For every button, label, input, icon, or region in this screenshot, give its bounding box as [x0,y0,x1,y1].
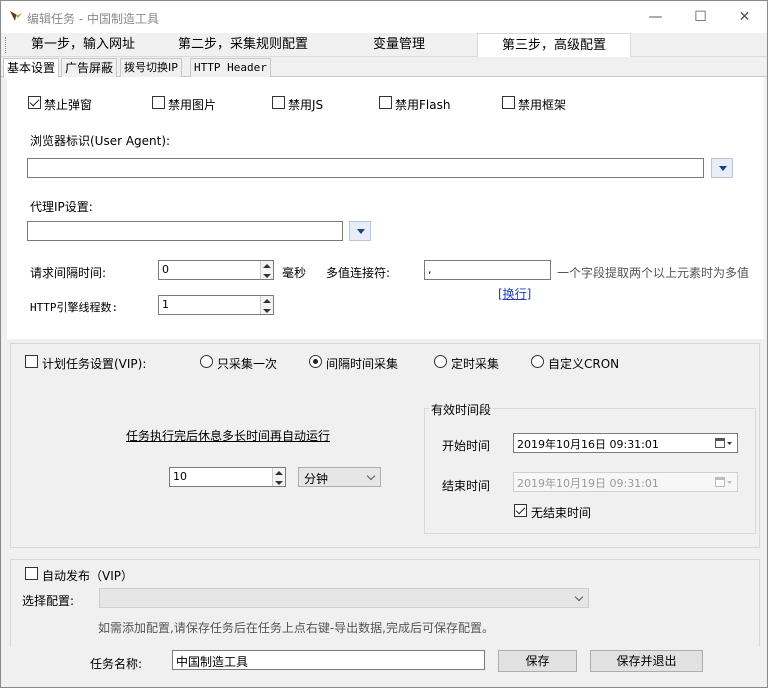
close-button[interactable]: ✕ [722,1,767,33]
request-interval-unit: 毫秒 [282,266,307,280]
end-time-picker[interactable]: 2019年10月19日 09:31:01 [513,472,738,492]
subtab-basic[interactable]: 基本设置 [3,58,60,78]
radio-timed-label: 定时采集 [451,357,500,371]
proxy-dropdown-icon[interactable] [349,221,371,241]
interval-unit-value: 分钟 [304,472,329,486]
request-interval-value: 0 [162,263,169,276]
multi-join-label: 多值连接符: [326,266,391,280]
radio-interval-label: 间隔时间采集 [326,357,399,371]
disable-images-label: 禁用图片 [168,98,217,112]
save-exit-button[interactable]: 保存并退出 [590,650,703,672]
disable-js-checkbox[interactable] [272,96,285,109]
auto-publish-label: 自动发布（VIP） [42,569,133,583]
task-name-label: 任务名称: [90,657,143,671]
spin-down-icon[interactable] [263,274,271,278]
auto-publish-checkbox[interactable] [25,567,38,580]
minimize-button[interactable]: — [633,1,678,33]
disable-flash-label: 禁用Flash [395,98,451,112]
http-threads-value: 1 [162,298,169,311]
no-end-time-checkbox[interactable] [514,504,527,517]
task-name-input[interactable]: 中国制造工具 [172,650,485,670]
calendar-dropdown-icon[interactable] [715,437,733,449]
chevron-down-icon [574,592,584,602]
subtab-http-header[interactable]: HTTP Header [190,58,271,77]
radio-interval[interactable] [309,355,322,368]
start-time-label: 开始时间 [442,439,491,453]
start-time-value: 2019年10月16日 09:31:01 [517,438,659,451]
rest-time-link[interactable]: 任务执行完后休息多长时间再自动运行 [126,427,330,444]
window-title: 编辑任务 - 中国制造工具 [27,12,159,26]
interval-value: 10 [173,470,187,483]
radio-cron-label: 自定义CRON [548,357,620,371]
no-end-time-label: 无结束时间 [531,506,592,520]
radio-timed[interactable] [434,355,447,368]
app-logo-icon [10,10,22,21]
multi-join-hint: 一个字段提取两个以上元素时为多值 [557,266,750,280]
radio-cron[interactable] [531,355,544,368]
tab-step3-advanced[interactable]: 第三步，高级配置 [477,33,631,57]
tab-step1[interactable]: 第一步，输入网址 [9,33,157,57]
title-bar: 编辑任务 - 中国制造工具 — ☐ ✕ [1,1,767,33]
newline-link[interactable]: [换行] [498,285,531,302]
end-time-label: 结束时间 [442,479,491,493]
request-interval-input[interactable]: 0 [158,260,274,280]
sub-tabs: 基本设置 广告屏蔽 拨号切换IP HTTP Header [1,58,767,78]
disable-images-checkbox[interactable] [152,96,165,109]
subtab-dial-ip[interactable]: 拨号切换IP [120,58,182,77]
spin-down-icon[interactable] [275,481,283,485]
user-agent-input[interactable] [27,158,704,178]
save-button[interactable]: 保存 [498,650,577,672]
interval-spinner[interactable] [272,468,285,486]
http-threads-spinner[interactable] [260,296,273,314]
spin-down-icon[interactable] [263,309,271,313]
disable-flash-checkbox[interactable] [379,96,392,109]
step-tabs: 第一步，输入网址 第二步，采集规则配置 变量管理 第三步，高级配置 [1,33,767,57]
calendar-dropdown-icon[interactable] [715,476,733,488]
select-config-label: 选择配置: [22,594,75,608]
valid-period-title: 有效时间段 [429,401,494,418]
http-threads-label: HTTP引擎线程数: [30,301,119,314]
http-threads-input[interactable]: 1 [158,295,274,315]
schedule-label: 计划任务设置(VIP): [42,357,147,371]
proxy-label: 代理IP设置: [30,200,93,214]
config-select[interactable] [99,588,589,608]
task-editor-window: 编辑任务 - 中国制造工具 — ☐ ✕ 第一步，输入网址 第二步，采集规则配置 … [0,0,768,688]
proxy-input[interactable] [27,221,343,241]
spin-up-icon[interactable] [263,264,271,268]
chevron-down-icon [366,471,376,481]
radio-once-label: 只采集一次 [217,357,278,371]
interval-input[interactable]: 10 [169,467,286,487]
interval-unit-select[interactable]: 分钟 [298,467,381,487]
radio-once[interactable] [200,355,213,368]
auto-publish-hint: 如需添加配置,请保存任务后在任务上点右键-导出数据,完成后可保存配置。 [98,621,494,635]
spin-up-icon[interactable] [263,299,271,303]
spin-up-icon[interactable] [275,471,283,475]
tab-step2[interactable]: 第二步，采集规则配置 [157,33,329,57]
tab-variables[interactable]: 变量管理 [329,33,469,57]
block-popup-label: 禁止弹窗 [44,98,93,112]
tab-grip [5,37,7,53]
subtab-ad-block[interactable]: 广告屏蔽 [61,58,118,77]
disable-frames-label: 禁用框架 [518,98,567,112]
start-time-picker[interactable]: 2019年10月16日 09:31:01 [513,433,738,453]
maximize-button[interactable]: ☐ [678,1,723,33]
user-agent-label: 浏览器标识(User Agent): [30,134,171,148]
disable-js-label: 禁用JS [288,98,324,112]
block-popup-checkbox[interactable] [28,96,41,109]
request-interval-spinner[interactable] [260,261,273,279]
request-interval-label: 请求间隔时间: [30,266,107,280]
end-time-value: 2019年10月19日 09:31:01 [517,477,659,490]
multi-join-input[interactable]: , [424,260,551,280]
user-agent-dropdown-icon[interactable] [711,158,733,178]
disable-frames-checkbox[interactable] [502,96,515,109]
schedule-checkbox[interactable] [25,355,38,368]
basic-settings-panel [7,77,764,339]
